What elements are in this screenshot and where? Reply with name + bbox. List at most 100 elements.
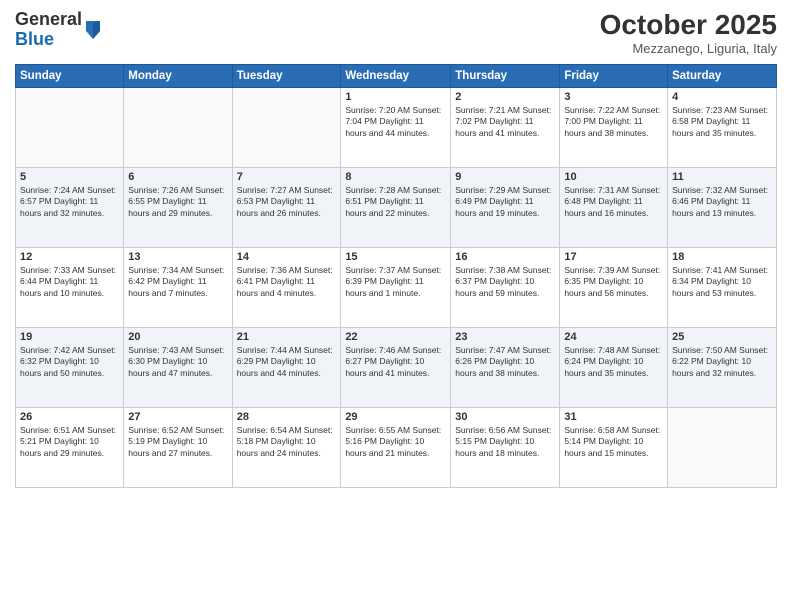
- day-info: Sunrise: 7:24 AM Sunset: 6:57 PM Dayligh…: [20, 185, 119, 219]
- day-info: Sunrise: 7:32 AM Sunset: 6:46 PM Dayligh…: [672, 185, 772, 219]
- calendar-week-2: 5 Sunrise: 7:24 AM Sunset: 6:57 PM Daylig…: [16, 167, 777, 247]
- calendar-cell: 4 Sunrise: 7:23 AM Sunset: 6:58 PM Daylig…: [668, 87, 777, 167]
- day-number: 4: [672, 91, 772, 103]
- calendar-cell: 23 Sunrise: 7:47 AM Sunset: 6:26 PM Dayli…: [451, 327, 560, 407]
- day-info: Sunrise: 7:29 AM Sunset: 6:49 PM Dayligh…: [455, 185, 555, 219]
- day-info: Sunrise: 7:27 AM Sunset: 6:53 PM Dayligh…: [237, 185, 337, 219]
- calendar-week-4: 19Sunrise: 7:42 AM Sunset: 6:32 PM Dayli…: [16, 327, 777, 407]
- calendar-cell: [232, 87, 341, 167]
- logo-text: General Blue: [15, 10, 102, 50]
- day-info: Sunrise: 7:36 AM Sunset: 6:41 PM Dayligh…: [237, 265, 337, 299]
- day-number: 25: [672, 331, 772, 343]
- day-info: Sunrise: 7:26 AM Sunset: 6:55 PM Dayligh…: [128, 185, 227, 219]
- day-info: Sunrise: 7:41 AM Sunset: 6:34 PM Dayligh…: [672, 265, 772, 299]
- day-info: Sunrise: 6:56 AM Sunset: 5:15 PM Dayligh…: [455, 425, 555, 459]
- logo-blue: Blue: [15, 29, 54, 49]
- day-number: 30: [455, 411, 555, 423]
- day-number: 1: [345, 91, 446, 103]
- day-info: Sunrise: 7:50 AM Sunset: 6:22 PM Dayligh…: [672, 345, 772, 379]
- calendar-cell: 21 Sunrise: 7:44 AM Sunset: 6:29 PM Dayli…: [232, 327, 341, 407]
- day-number: 26: [20, 411, 119, 423]
- day-info: Sunrise: 6:55 AM Sunset: 5:16 PM Dayligh…: [345, 425, 446, 459]
- col-sunday: Sunday: [16, 64, 124, 87]
- calendar-cell: 30 Sunrise: 6:56 AM Sunset: 5:15 PM Dayli…: [451, 407, 560, 487]
- calendar-cell: 29 Sunrise: 6:55 AM Sunset: 5:16 PM Dayli…: [341, 407, 451, 487]
- day-info: Sunrise: 6:58 AM Sunset: 5:14 PM Dayligh…: [564, 425, 663, 459]
- day-number: 6: [128, 171, 227, 183]
- day-info: Sunrise: 7:23 AM Sunset: 6:58 PM Dayligh…: [672, 105, 772, 139]
- day-info: Sunrise: 6:52 AM Sunset: 5:19 PM Dayligh…: [128, 425, 227, 459]
- day-info: Sunrise: 7:28 AM Sunset: 6:51 PM Dayligh…: [345, 185, 446, 219]
- page: General Blue October 2025 Mezzanego, Lig…: [0, 0, 792, 612]
- calendar-cell: 19Sunrise: 7:42 AM Sunset: 6:32 PM Dayli…: [16, 327, 124, 407]
- calendar-cell: 31Sunrise: 6:58 AM Sunset: 5:14 PM Dayli…: [560, 407, 668, 487]
- day-info: Sunrise: 7:38 AM Sunset: 6:37 PM Dayligh…: [455, 265, 555, 299]
- calendar-cell: 3Sunrise: 7:22 AM Sunset: 7:00 PM Daylig…: [560, 87, 668, 167]
- calendar-cell: 2 Sunrise: 7:21 AM Sunset: 7:02 PM Daylig…: [451, 87, 560, 167]
- day-number: 18: [672, 251, 772, 263]
- col-thursday: Thursday: [451, 64, 560, 87]
- day-info: Sunrise: 6:51 AM Sunset: 5:21 PM Dayligh…: [20, 425, 119, 459]
- day-info: Sunrise: 7:43 AM Sunset: 6:30 PM Dayligh…: [128, 345, 227, 379]
- day-info: Sunrise: 7:21 AM Sunset: 7:02 PM Dayligh…: [455, 105, 555, 139]
- day-number: 20: [128, 331, 227, 343]
- calendar-cell: 11 Sunrise: 7:32 AM Sunset: 6:46 PM Dayli…: [668, 167, 777, 247]
- day-info: Sunrise: 6:54 AM Sunset: 5:18 PM Dayligh…: [237, 425, 337, 459]
- day-info: Sunrise: 7:46 AM Sunset: 6:27 PM Dayligh…: [345, 345, 446, 379]
- day-number: 10: [564, 171, 663, 183]
- calendar-cell: 20 Sunrise: 7:43 AM Sunset: 6:30 PM Dayli…: [124, 327, 232, 407]
- day-info: Sunrise: 7:47 AM Sunset: 6:26 PM Dayligh…: [455, 345, 555, 379]
- calendar-cell: 22Sunrise: 7:46 AM Sunset: 6:27 PM Dayli…: [341, 327, 451, 407]
- calendar-cell: 25 Sunrise: 7:50 AM Sunset: 6:22 PM Dayli…: [668, 327, 777, 407]
- day-info: Sunrise: 7:22 AM Sunset: 7:00 PM Dayligh…: [564, 105, 663, 139]
- day-number: 19: [20, 331, 119, 343]
- day-info: Sunrise: 7:34 AM Sunset: 6:42 PM Dayligh…: [128, 265, 227, 299]
- calendar-cell: [124, 87, 232, 167]
- day-number: 12: [20, 251, 119, 263]
- calendar-cell: 6 Sunrise: 7:26 AM Sunset: 6:55 PM Daylig…: [124, 167, 232, 247]
- day-number: 16: [455, 251, 555, 263]
- header: General Blue October 2025 Mezzanego, Lig…: [15, 10, 777, 56]
- calendar-cell: 10Sunrise: 7:31 AM Sunset: 6:48 PM Dayli…: [560, 167, 668, 247]
- calendar-cell: 26 Sunrise: 6:51 AM Sunset: 5:21 PM Dayli…: [16, 407, 124, 487]
- calendar-cell: 7 Sunrise: 7:27 AM Sunset: 6:53 PM Daylig…: [232, 167, 341, 247]
- day-number: 5: [20, 171, 119, 183]
- calendar-cell: [16, 87, 124, 167]
- calendar-cell: 24 Sunrise: 7:48 AM Sunset: 6:24 PM Dayli…: [560, 327, 668, 407]
- month-title: October 2025: [600, 10, 777, 41]
- day-number: 29: [345, 411, 446, 423]
- day-number: 23: [455, 331, 555, 343]
- logo-icon: [84, 19, 102, 41]
- day-info: Sunrise: 7:20 AM Sunset: 7:04 PM Dayligh…: [345, 105, 446, 139]
- calendar-cell: 15Sunrise: 7:37 AM Sunset: 6:39 PM Dayli…: [341, 247, 451, 327]
- calendar-header-row: Sunday Monday Tuesday Wednesday Thursday…: [16, 64, 777, 87]
- day-number: 8: [345, 171, 446, 183]
- day-info: Sunrise: 7:44 AM Sunset: 6:29 PM Dayligh…: [237, 345, 337, 379]
- day-number: 11: [672, 171, 772, 183]
- calendar-cell: 13Sunrise: 7:34 AM Sunset: 6:42 PM Dayli…: [124, 247, 232, 327]
- calendar-cell: 12Sunrise: 7:33 AM Sunset: 6:44 PM Dayli…: [16, 247, 124, 327]
- day-info: Sunrise: 7:48 AM Sunset: 6:24 PM Dayligh…: [564, 345, 663, 379]
- calendar-cell: 1 Sunrise: 7:20 AM Sunset: 7:04 PM Daylig…: [341, 87, 451, 167]
- calendar-week-5: 26 Sunrise: 6:51 AM Sunset: 5:21 PM Dayli…: [16, 407, 777, 487]
- calendar-cell: 16 Sunrise: 7:38 AM Sunset: 6:37 PM Dayli…: [451, 247, 560, 327]
- day-info: Sunrise: 7:39 AM Sunset: 6:35 PM Dayligh…: [564, 265, 663, 299]
- col-wednesday: Wednesday: [341, 64, 451, 87]
- day-number: 21: [237, 331, 337, 343]
- day-number: 2: [455, 91, 555, 103]
- calendar-cell: [668, 407, 777, 487]
- calendar-cell: 8 Sunrise: 7:28 AM Sunset: 6:51 PM Daylig…: [341, 167, 451, 247]
- calendar-cell: 28Sunrise: 6:54 AM Sunset: 5:18 PM Dayli…: [232, 407, 341, 487]
- col-tuesday: Tuesday: [232, 64, 341, 87]
- calendar: Sunday Monday Tuesday Wednesday Thursday…: [15, 64, 777, 488]
- logo-general: General: [15, 9, 82, 29]
- day-number: 24: [564, 331, 663, 343]
- location-subtitle: Mezzanego, Liguria, Italy: [600, 41, 777, 56]
- calendar-cell: 18 Sunrise: 7:41 AM Sunset: 6:34 PM Dayli…: [668, 247, 777, 327]
- day-number: 7: [237, 171, 337, 183]
- day-number: 27: [128, 411, 227, 423]
- calendar-cell: 14Sunrise: 7:36 AM Sunset: 6:41 PM Dayli…: [232, 247, 341, 327]
- title-block: October 2025 Mezzanego, Liguria, Italy: [600, 10, 777, 56]
- col-friday: Friday: [560, 64, 668, 87]
- day-number: 17: [564, 251, 663, 263]
